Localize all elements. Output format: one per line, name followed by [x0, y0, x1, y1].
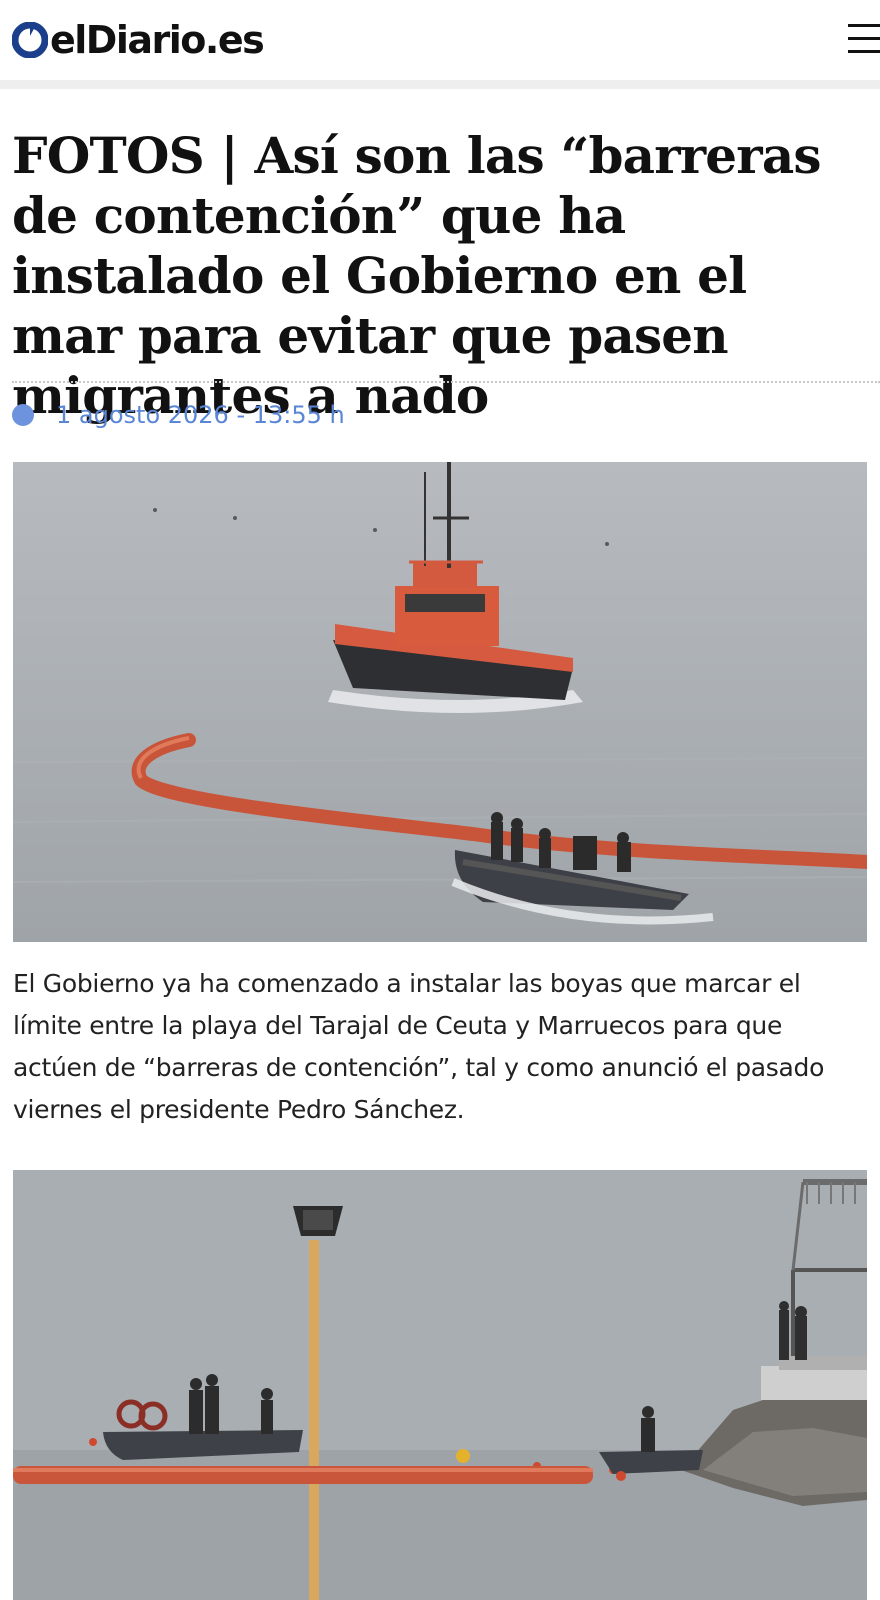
site-logo[interactable]: elDiario.es	[12, 16, 265, 64]
article-date: 1 agosto 2026 - 13:55 h	[12, 398, 345, 432]
site-header: elDiario.es	[0, 0, 880, 80]
hamburger-menu-icon[interactable]	[840, 22, 880, 56]
dotted-divider	[12, 381, 880, 383]
logo-mark-icon	[12, 22, 48, 58]
article-photo-2[interactable]	[13, 1170, 867, 1600]
date-text: 1 agosto 2026 - 13:55 h	[56, 401, 345, 429]
date-dot-icon	[12, 404, 34, 426]
logo-text: elDiario.es	[50, 18, 265, 62]
photo-1-illustration	[13, 462, 867, 942]
article-paragraph: El Gobierno ya ha comenzado a instalar l…	[13, 969, 825, 1124]
header-divider	[0, 80, 880, 89]
article-photo-1[interactable]	[13, 462, 867, 942]
photo-2-illustration	[13, 1170, 867, 1600]
